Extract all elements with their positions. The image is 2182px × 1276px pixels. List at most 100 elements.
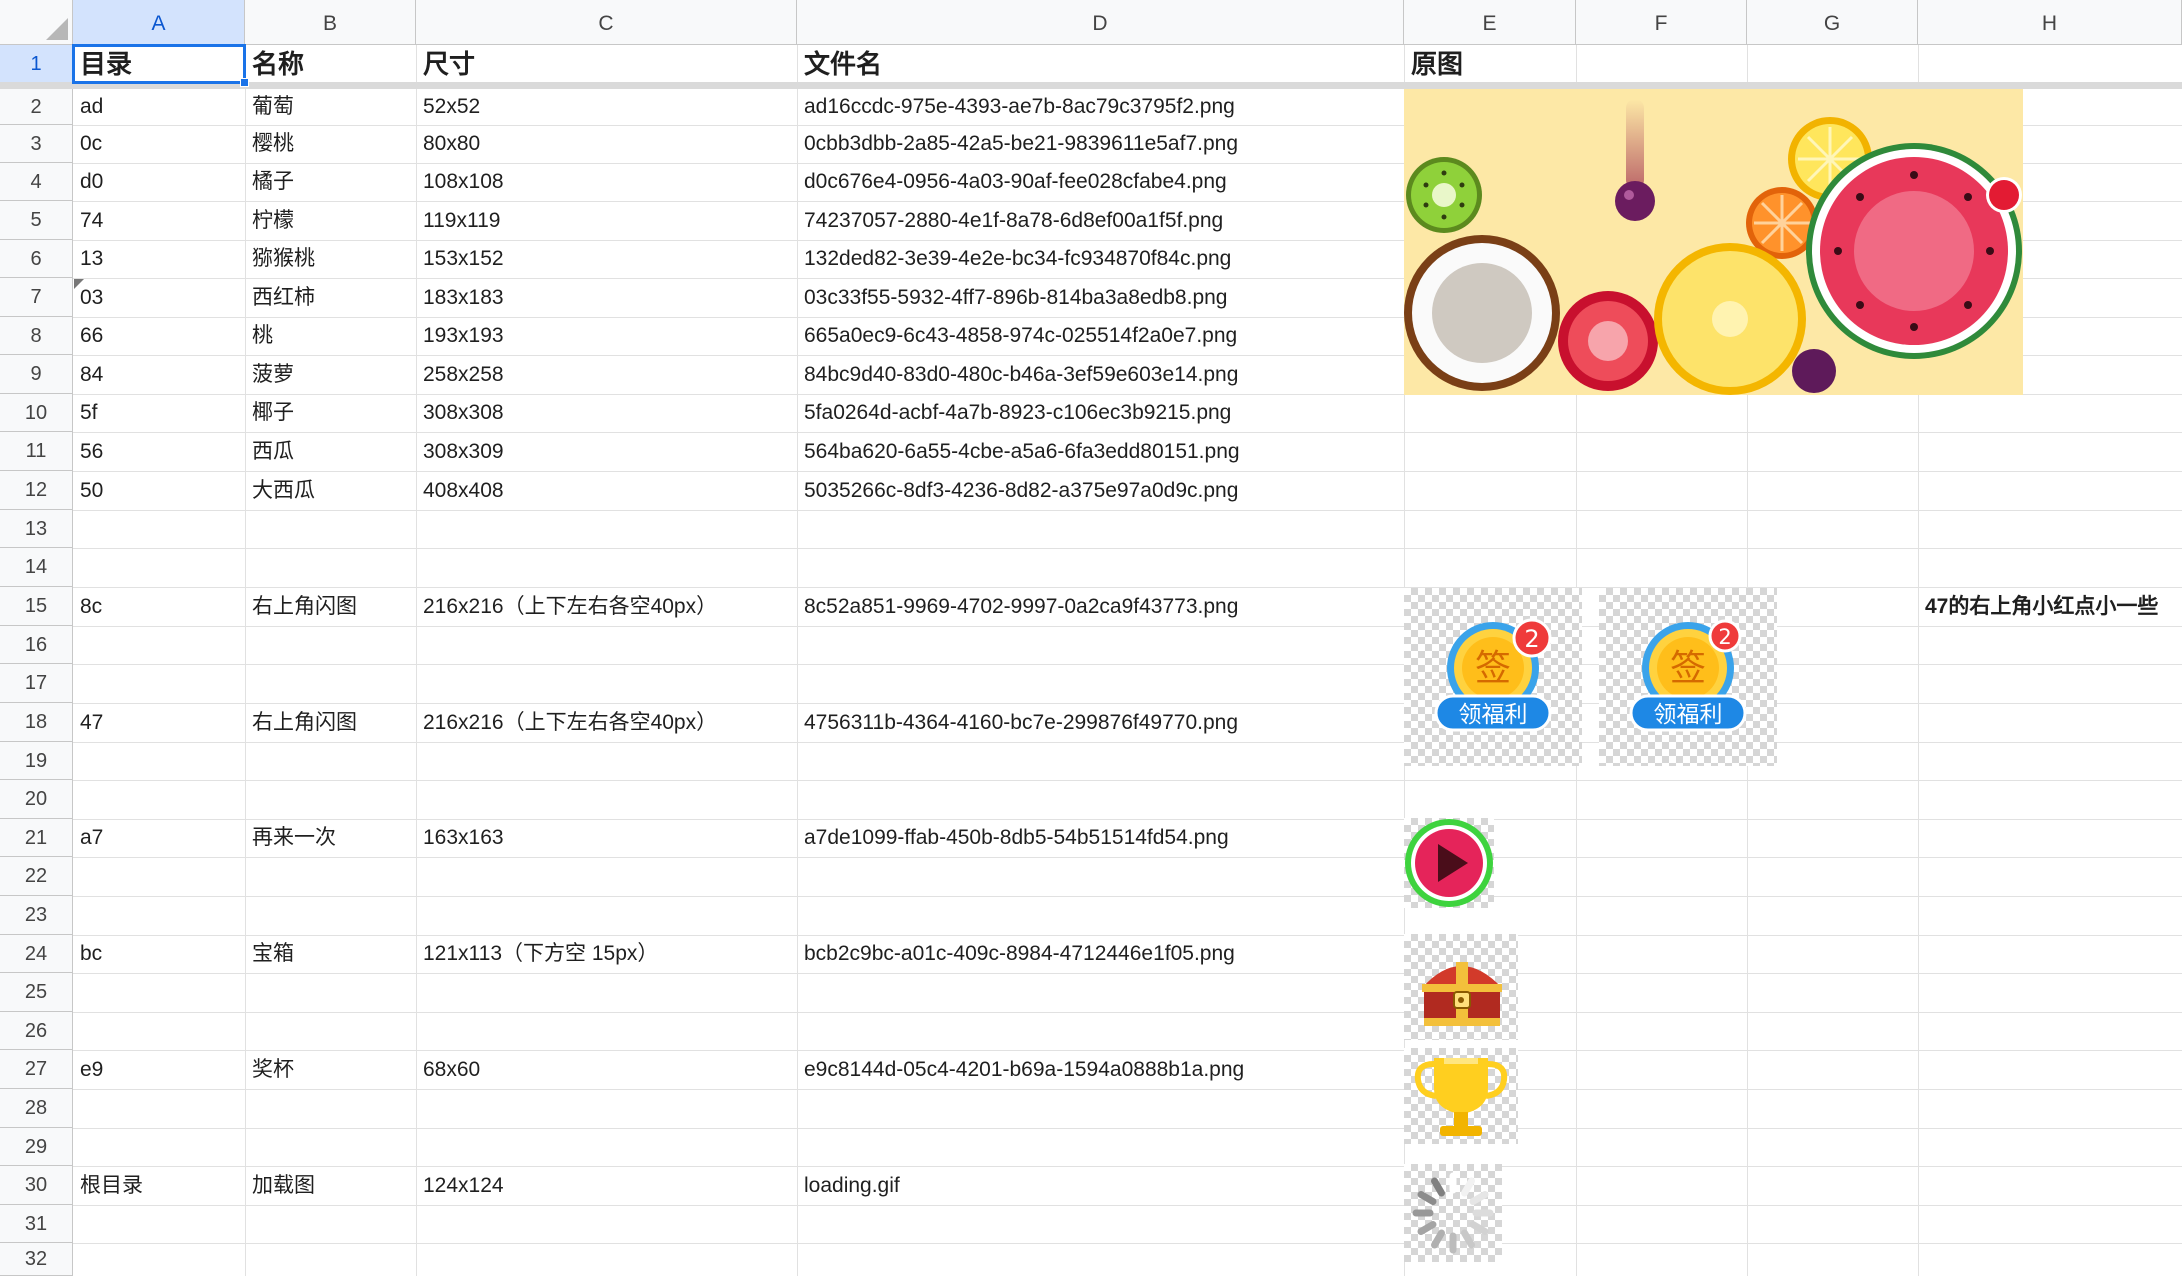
cell-name[interactable]: 西瓜 bbox=[245, 432, 294, 471]
cell-size[interactable]: 119x119 bbox=[416, 201, 500, 240]
cell-file[interactable]: 5fa0264d-acbf-4a7b-8923-c106ec3b9215.png bbox=[797, 394, 1231, 432]
cell-file[interactable]: 564ba620-6a55-4cbe-a5a6-6fa3edd80151.png bbox=[797, 432, 1240, 471]
cell-size[interactable]: 80x80 bbox=[416, 125, 480, 163]
cell-size[interactable]: 308x309 bbox=[416, 432, 504, 471]
cell-size[interactable]: 153x152 bbox=[416, 240, 504, 278]
frozen-row-divider[interactable] bbox=[0, 82, 2182, 89]
cell-dir[interactable]: 47 bbox=[73, 703, 103, 742]
cell-name[interactable]: 右上角闪图 bbox=[245, 703, 357, 742]
row-header-10[interactable]: 10 bbox=[0, 394, 73, 432]
cell-file[interactable]: 0cbb3dbb-2a85-42a5-be21-9839611e5af7.png bbox=[797, 125, 1238, 163]
cell-size[interactable]: 216x216（上下左右各空40px） bbox=[416, 587, 717, 626]
row-header-13[interactable]: 13 bbox=[0, 510, 73, 548]
cell-name[interactable]: 猕猴桃 bbox=[245, 240, 315, 278]
row-header-8[interactable]: 8 bbox=[0, 317, 73, 355]
cell-size[interactable]: 52x52 bbox=[416, 89, 480, 125]
cell-dir[interactable]: 66 bbox=[73, 317, 103, 355]
row-header-32[interactable]: 32 bbox=[0, 1243, 73, 1276]
row-header-23[interactable]: 23 bbox=[0, 896, 73, 935]
cell-size[interactable]: 68x60 bbox=[416, 1050, 480, 1089]
header-cell-size[interactable]: 尺寸 bbox=[416, 45, 475, 83]
cell-name[interactable]: 奖杯 bbox=[245, 1050, 294, 1089]
column-header-h[interactable]: H bbox=[1918, 0, 2182, 45]
cell-name[interactable]: 葡萄 bbox=[245, 89, 294, 125]
cell-file[interactable]: 03c33f55-5932-4ff7-896b-814ba3a8edb8.png bbox=[797, 278, 1228, 317]
cell-size[interactable]: 124x124 bbox=[416, 1166, 504, 1205]
comment-indicator-icon[interactable] bbox=[74, 279, 84, 289]
cell-name[interactable]: 加载图 bbox=[245, 1166, 315, 1205]
cell-name[interactable]: 橘子 bbox=[245, 163, 294, 201]
cell-size[interactable]: 216x216（上下左右各空40px） bbox=[416, 703, 717, 742]
cell-name[interactable]: 柠檬 bbox=[245, 201, 294, 240]
column-header-f[interactable]: F bbox=[1576, 0, 1747, 45]
cell-file[interactable]: a7de1099-ffab-450b-8db5-54b51514fd54.png bbox=[797, 819, 1229, 857]
cell-name[interactable]: 再来一次 bbox=[245, 819, 336, 857]
active-cell-selection[interactable] bbox=[72, 44, 246, 84]
row-header-27[interactable]: 27 bbox=[0, 1050, 73, 1089]
cell-size[interactable]: 163x163 bbox=[416, 819, 504, 857]
cell-dir[interactable]: 50 bbox=[73, 471, 103, 510]
cell-dir[interactable]: e9 bbox=[73, 1050, 103, 1089]
header-cell-name[interactable]: 名称 bbox=[245, 45, 304, 83]
cell-dir[interactable]: d0 bbox=[73, 163, 103, 201]
cell-file[interactable]: 5035266c-8df3-4236-8d82-a375e97a0d9c.png bbox=[797, 471, 1238, 510]
header-cell-file[interactable]: 文件名 bbox=[797, 45, 882, 83]
row-header-22[interactable]: 22 bbox=[0, 857, 73, 896]
row-header-17[interactable]: 17 bbox=[0, 664, 73, 703]
cell-dir[interactable]: 5f bbox=[73, 394, 98, 432]
cell-file[interactable]: 132ded82-3e39-4e2e-bc34-fc934870f84c.png bbox=[797, 240, 1231, 278]
row-header-29[interactable]: 29 bbox=[0, 1128, 73, 1166]
cell-file[interactable]: 665a0ec9-6c43-4858-974c-025514f2a0e7.png bbox=[797, 317, 1237, 355]
cell-dir[interactable]: 13 bbox=[73, 240, 103, 278]
row-header-3[interactable]: 3 bbox=[0, 125, 73, 163]
cell-file[interactable]: e9c8144d-05c4-4201-b69a-1594a0888b1a.png bbox=[797, 1050, 1244, 1089]
row-header-9[interactable]: 9 bbox=[0, 355, 73, 394]
cell-size[interactable]: 408x408 bbox=[416, 471, 504, 510]
loading-spinner-image[interactable] bbox=[1404, 1164, 1502, 1262]
cell-name[interactable]: 宝箱 bbox=[245, 935, 294, 973]
row-header-28[interactable]: 28 bbox=[0, 1089, 73, 1128]
row-header-21[interactable]: 21 bbox=[0, 819, 73, 857]
cell-dir[interactable]: 根目录 bbox=[73, 1166, 143, 1205]
cell-size[interactable]: 308x308 bbox=[416, 394, 504, 432]
cell-dir[interactable]: a7 bbox=[73, 819, 103, 857]
cell-file[interactable]: 84bc9d40-83d0-480c-b46a-3ef59e603e14.png bbox=[797, 355, 1238, 394]
signin-badge-image-47[interactable]: 签 领福利 2 bbox=[1599, 588, 1777, 766]
row-header-20[interactable]: 20 bbox=[0, 780, 73, 819]
cell-file[interactable]: 74237057-2880-4e1f-8a78-6d8ef00a1f5f.png bbox=[797, 201, 1223, 240]
row-header-24[interactable]: 24 bbox=[0, 935, 73, 973]
row-header-5[interactable]: 5 bbox=[0, 201, 73, 240]
trophy-icon-image[interactable] bbox=[1404, 1048, 1518, 1144]
cell-name[interactable]: 椰子 bbox=[245, 394, 294, 432]
cell-size[interactable]: 121x113（下方空 15px） bbox=[416, 935, 658, 973]
cell-size[interactable]: 258x258 bbox=[416, 355, 504, 394]
column-header-b[interactable]: B bbox=[245, 0, 416, 45]
row-header-15[interactable]: 15 bbox=[0, 587, 73, 626]
cell-name[interactable]: 右上角闪图 bbox=[245, 587, 357, 626]
cell-dir[interactable]: ad bbox=[73, 89, 103, 125]
cell-file[interactable]: 8c52a851-9969-4702-9997-0a2ca9f43773.png bbox=[797, 587, 1238, 626]
cell-dir[interactable]: 84 bbox=[73, 355, 103, 394]
row-header-26[interactable]: 26 bbox=[0, 1012, 73, 1050]
column-header-a[interactable]: A bbox=[73, 0, 245, 45]
column-header-e[interactable]: E bbox=[1404, 0, 1576, 45]
cell-file[interactable]: ad16ccdc-975e-4393-ae7b-8ac79c3795f2.png bbox=[797, 89, 1235, 125]
cell-dir[interactable]: 74 bbox=[73, 201, 103, 240]
cell-file[interactable]: loading.gif bbox=[797, 1166, 900, 1205]
cell-dir[interactable]: 8c bbox=[73, 587, 102, 626]
column-header-d[interactable]: D bbox=[797, 0, 1404, 45]
cell-file[interactable]: d0c676e4-0956-4a03-90af-fee028cfabe4.png bbox=[797, 163, 1227, 201]
row-header-16[interactable]: 16 bbox=[0, 626, 73, 664]
row-header-1[interactable]: 1 bbox=[0, 45, 73, 83]
cell-dir[interactable]: 0c bbox=[73, 125, 102, 163]
row-header-4[interactable]: 4 bbox=[0, 163, 73, 201]
column-header-g[interactable]: G bbox=[1747, 0, 1918, 45]
row-header-14[interactable]: 14 bbox=[0, 548, 73, 587]
row-header-19[interactable]: 19 bbox=[0, 742, 73, 780]
cell-dir[interactable]: 56 bbox=[73, 432, 103, 471]
cell-size[interactable]: 108x108 bbox=[416, 163, 504, 201]
cell-size[interactable]: 183x183 bbox=[416, 278, 504, 317]
replay-play-icon-image[interactable] bbox=[1404, 818, 1494, 908]
row-header-31[interactable]: 31 bbox=[0, 1205, 73, 1243]
cell-name[interactable]: 桃 bbox=[245, 317, 273, 355]
